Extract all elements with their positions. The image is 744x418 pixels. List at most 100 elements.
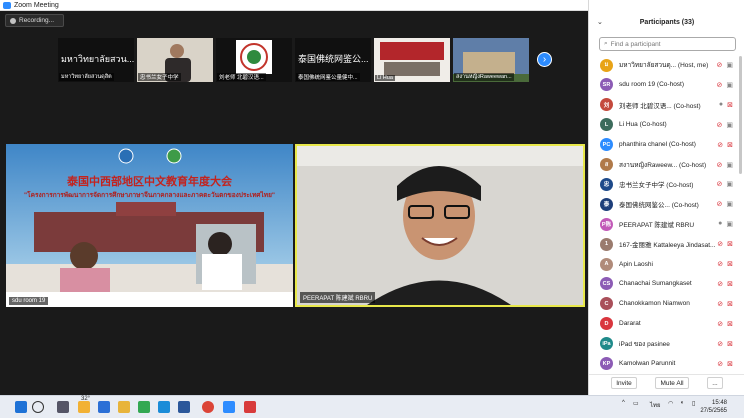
recording-icon xyxy=(10,17,16,24)
thumbnail-label: 泰国佛统网鉴公量健中... xyxy=(296,73,360,81)
input-language[interactable]: ไทย xyxy=(650,400,661,410)
avatar: 刘 xyxy=(600,98,613,112)
video-app-icon[interactable] xyxy=(244,401,256,413)
search-icon: ⌕ xyxy=(604,40,608,47)
thumbnail-video[interactable]: 刘老师 北碧汉语... xyxy=(216,38,292,82)
participant-row[interactable]: D Dararat ⊘ ⊠ xyxy=(589,314,741,334)
thumbnail-label: Li Hua xyxy=(375,75,395,81)
participant-name: 泰国佛统网鉴公... (Co-host) xyxy=(619,202,699,210)
system-clock[interactable]: 15:48 27/5/2565 xyxy=(700,399,727,415)
participant-row[interactable]: 忠忠书兰女子中学 (Co-host) ⊘ ▣ xyxy=(589,174,741,194)
task-view-icon[interactable] xyxy=(57,401,69,413)
thumbnail-video[interactable]: Li Hua xyxy=(374,38,450,82)
participants-panel: ⌄ Participants (33) ⌕ Find a participant… xyxy=(588,0,744,395)
video-tile-active-speaker[interactable]: PEERAPAT 陈建斌 RBRU xyxy=(295,144,585,307)
zoom-icon[interactable] xyxy=(223,401,235,413)
mic-muted-icon: ⊘ xyxy=(717,300,724,308)
participant-name: iPad ของ pasinee xyxy=(619,340,670,348)
participant-name: Chanokkamon Niamwon xyxy=(619,300,690,308)
mic-muted-icon: ⊘ xyxy=(716,81,723,89)
participant-row[interactable]: SR sdu room 19 (Co-host) ⊘ ▣ xyxy=(589,75,741,95)
word-icon[interactable] xyxy=(178,401,190,413)
camera-off-icon: ⊠ xyxy=(727,101,733,109)
mic-muted-icon: ⊘ xyxy=(716,62,723,69)
participant-row[interactable]: P陈 PEERAPAT 陈建斌 RBRU ● ▣ xyxy=(589,214,741,234)
camera-off-icon: ⊠ xyxy=(727,241,733,249)
participant-row[interactable]: ม มหาวิทยาลัยสวนดุ... (Host, me) ⊘ ▣ xyxy=(589,55,741,75)
weather-icon[interactable] xyxy=(78,401,90,413)
collapse-chevron-icon[interactable]: ⌄ xyxy=(597,18,603,26)
participant-row[interactable]: PC phanthira chanel (Co-host) ⊘ ⊠ xyxy=(589,135,741,155)
mic-muted-icon: ⊘ xyxy=(717,261,724,268)
recording-indicator[interactable]: Recording... xyxy=(5,14,64,27)
camera-off-icon: ⊠ xyxy=(727,300,733,308)
next-page-button[interactable]: › xyxy=(537,52,552,67)
avatar: 忠 xyxy=(600,177,613,191)
windows-taskbar: 32° ^ ▭ ไทย ◠ ◖ ▯ 15:48 27/5/2565 xyxy=(0,395,744,418)
camera-icon: ▣ xyxy=(726,181,733,189)
event-banner-icon xyxy=(6,144,293,307)
participant-status: ⊘ ▣ xyxy=(717,180,734,188)
participant-row[interactable]: A Apin Laoshi ⊘ ⊠ xyxy=(589,254,741,274)
chrome-icon[interactable] xyxy=(202,401,214,413)
video-tile-left[interactable]: 泰国中西部地区中文教育年度大会 "โครงการการพัฒนาการจัดกา… xyxy=(6,144,293,307)
thumbnail-label: มหาวิทยาลัยสวนดุสิต xyxy=(59,73,114,81)
participant-row[interactable]: KP Kamolwan Parunnit ⊘ ⊠ xyxy=(589,354,741,374)
thumbnail-video[interactable]: 忠书兰女子中学 xyxy=(137,38,213,82)
camera-icon: ▣ xyxy=(726,221,733,229)
mute-all-button[interactable]: Mute All xyxy=(655,377,689,389)
line-app-icon[interactable] xyxy=(138,401,150,413)
recording-label: Recording... xyxy=(19,17,55,24)
more-options-button[interactable]: ... xyxy=(707,377,723,389)
start-menu-icon[interactable] xyxy=(15,401,27,413)
clock-date: 27/5/2565 xyxy=(700,408,728,414)
participant-row[interactable]: 刘刘老师 北碧汉语... (Co-host) ● ⊠ xyxy=(589,95,741,115)
wifi-icon[interactable]: ◠ xyxy=(668,400,673,407)
participants-header: ⌄ Participants (33) xyxy=(589,14,744,30)
thumbnail-video[interactable]: สงานหญิงRaweewan... xyxy=(453,38,529,82)
battery-icon[interactable]: ▯ xyxy=(692,400,695,407)
participant-row[interactable]: ส สงานหญิงRaweew... (Co-host) ⊘ ▣ xyxy=(589,155,741,175)
participant-name: 刘老师 北碧汉语... (Co-host) xyxy=(619,102,701,110)
participant-status: ⊘ ⊠ xyxy=(717,280,733,288)
mic-icon: ● xyxy=(718,220,723,228)
mic-muted-icon: ⊘ xyxy=(716,121,723,129)
tray-chevron-icon[interactable]: ^ xyxy=(622,400,625,406)
avatar: SR xyxy=(600,78,613,92)
participant-status: ⊘ ⊠ xyxy=(717,260,733,268)
camera-off-icon: ⊠ xyxy=(727,340,733,348)
participant-row[interactable]: 泰泰国佛统网鉴公... (Co-host) ⊘ ▣ xyxy=(589,194,741,214)
participant-row[interactable]: L Li Hua (Co-host) ⊘ ▣ xyxy=(589,115,741,135)
participant-name: มหาวิทยาลัยสวนดุ... (Host, me) xyxy=(619,62,709,69)
avatar: ส xyxy=(600,158,613,171)
mic-muted-icon: ⊘ xyxy=(717,360,724,368)
speaker-icon[interactable]: ◖ xyxy=(680,400,684,406)
mic-muted-icon: ⊘ xyxy=(716,201,723,209)
network-icon[interactable]: ▭ xyxy=(633,400,639,407)
zoom-logo-icon xyxy=(3,1,11,9)
participant-status: ⊘ ▣ xyxy=(717,61,734,69)
participant-row[interactable]: CS Chanachai Sumangkaset ⊘ ⊠ xyxy=(589,274,741,294)
thumbnail-video[interactable]: 泰国佛统网鉴公... 泰国佛统网鉴公量健中... xyxy=(295,38,371,82)
avatar: 泰 xyxy=(600,197,613,211)
participant-status: ⊘ ⊠ xyxy=(717,300,733,308)
teams-icon[interactable] xyxy=(98,401,110,413)
participant-search-input[interactable]: ⌕ Find a participant xyxy=(599,37,736,51)
participant-row[interactable]: C Chanokkamon Niamwon ⊘ ⊠ xyxy=(589,294,741,314)
participant-row[interactable]: iPa iPad ของ pasinee ⊘ ⊠ xyxy=(589,334,741,354)
thumbnail-video[interactable]: มหาวิทยาลัยสวน... มหาวิทยาลัยสวนดุสิต xyxy=(58,38,134,82)
search-icon[interactable] xyxy=(32,401,44,413)
camera-icon: ▣ xyxy=(726,201,733,209)
participant-status: ⊘ ⊠ xyxy=(717,240,733,248)
video-stage: Recording... มหาวิทยาลัยสวน... มหาวิทยาล… xyxy=(0,11,588,390)
participant-name: Chanachai Sumangkaset xyxy=(619,280,692,288)
mic-muted-icon: ⊘ xyxy=(717,320,724,328)
participant-name: Dararat xyxy=(619,320,641,328)
participant-name: sdu room 19 (Co-host) xyxy=(619,81,685,89)
file-explorer-icon[interactable] xyxy=(118,401,130,413)
camera-icon: ▣ xyxy=(726,161,733,169)
invite-button[interactable]: Invite xyxy=(611,377,637,389)
edge-icon[interactable] xyxy=(158,401,170,413)
participants-title: Participants (33) xyxy=(639,18,695,26)
participant-row[interactable]: 1 167-金丽雅 Kattaleeya Jindasat... ⊘ ⊠ xyxy=(589,234,741,254)
